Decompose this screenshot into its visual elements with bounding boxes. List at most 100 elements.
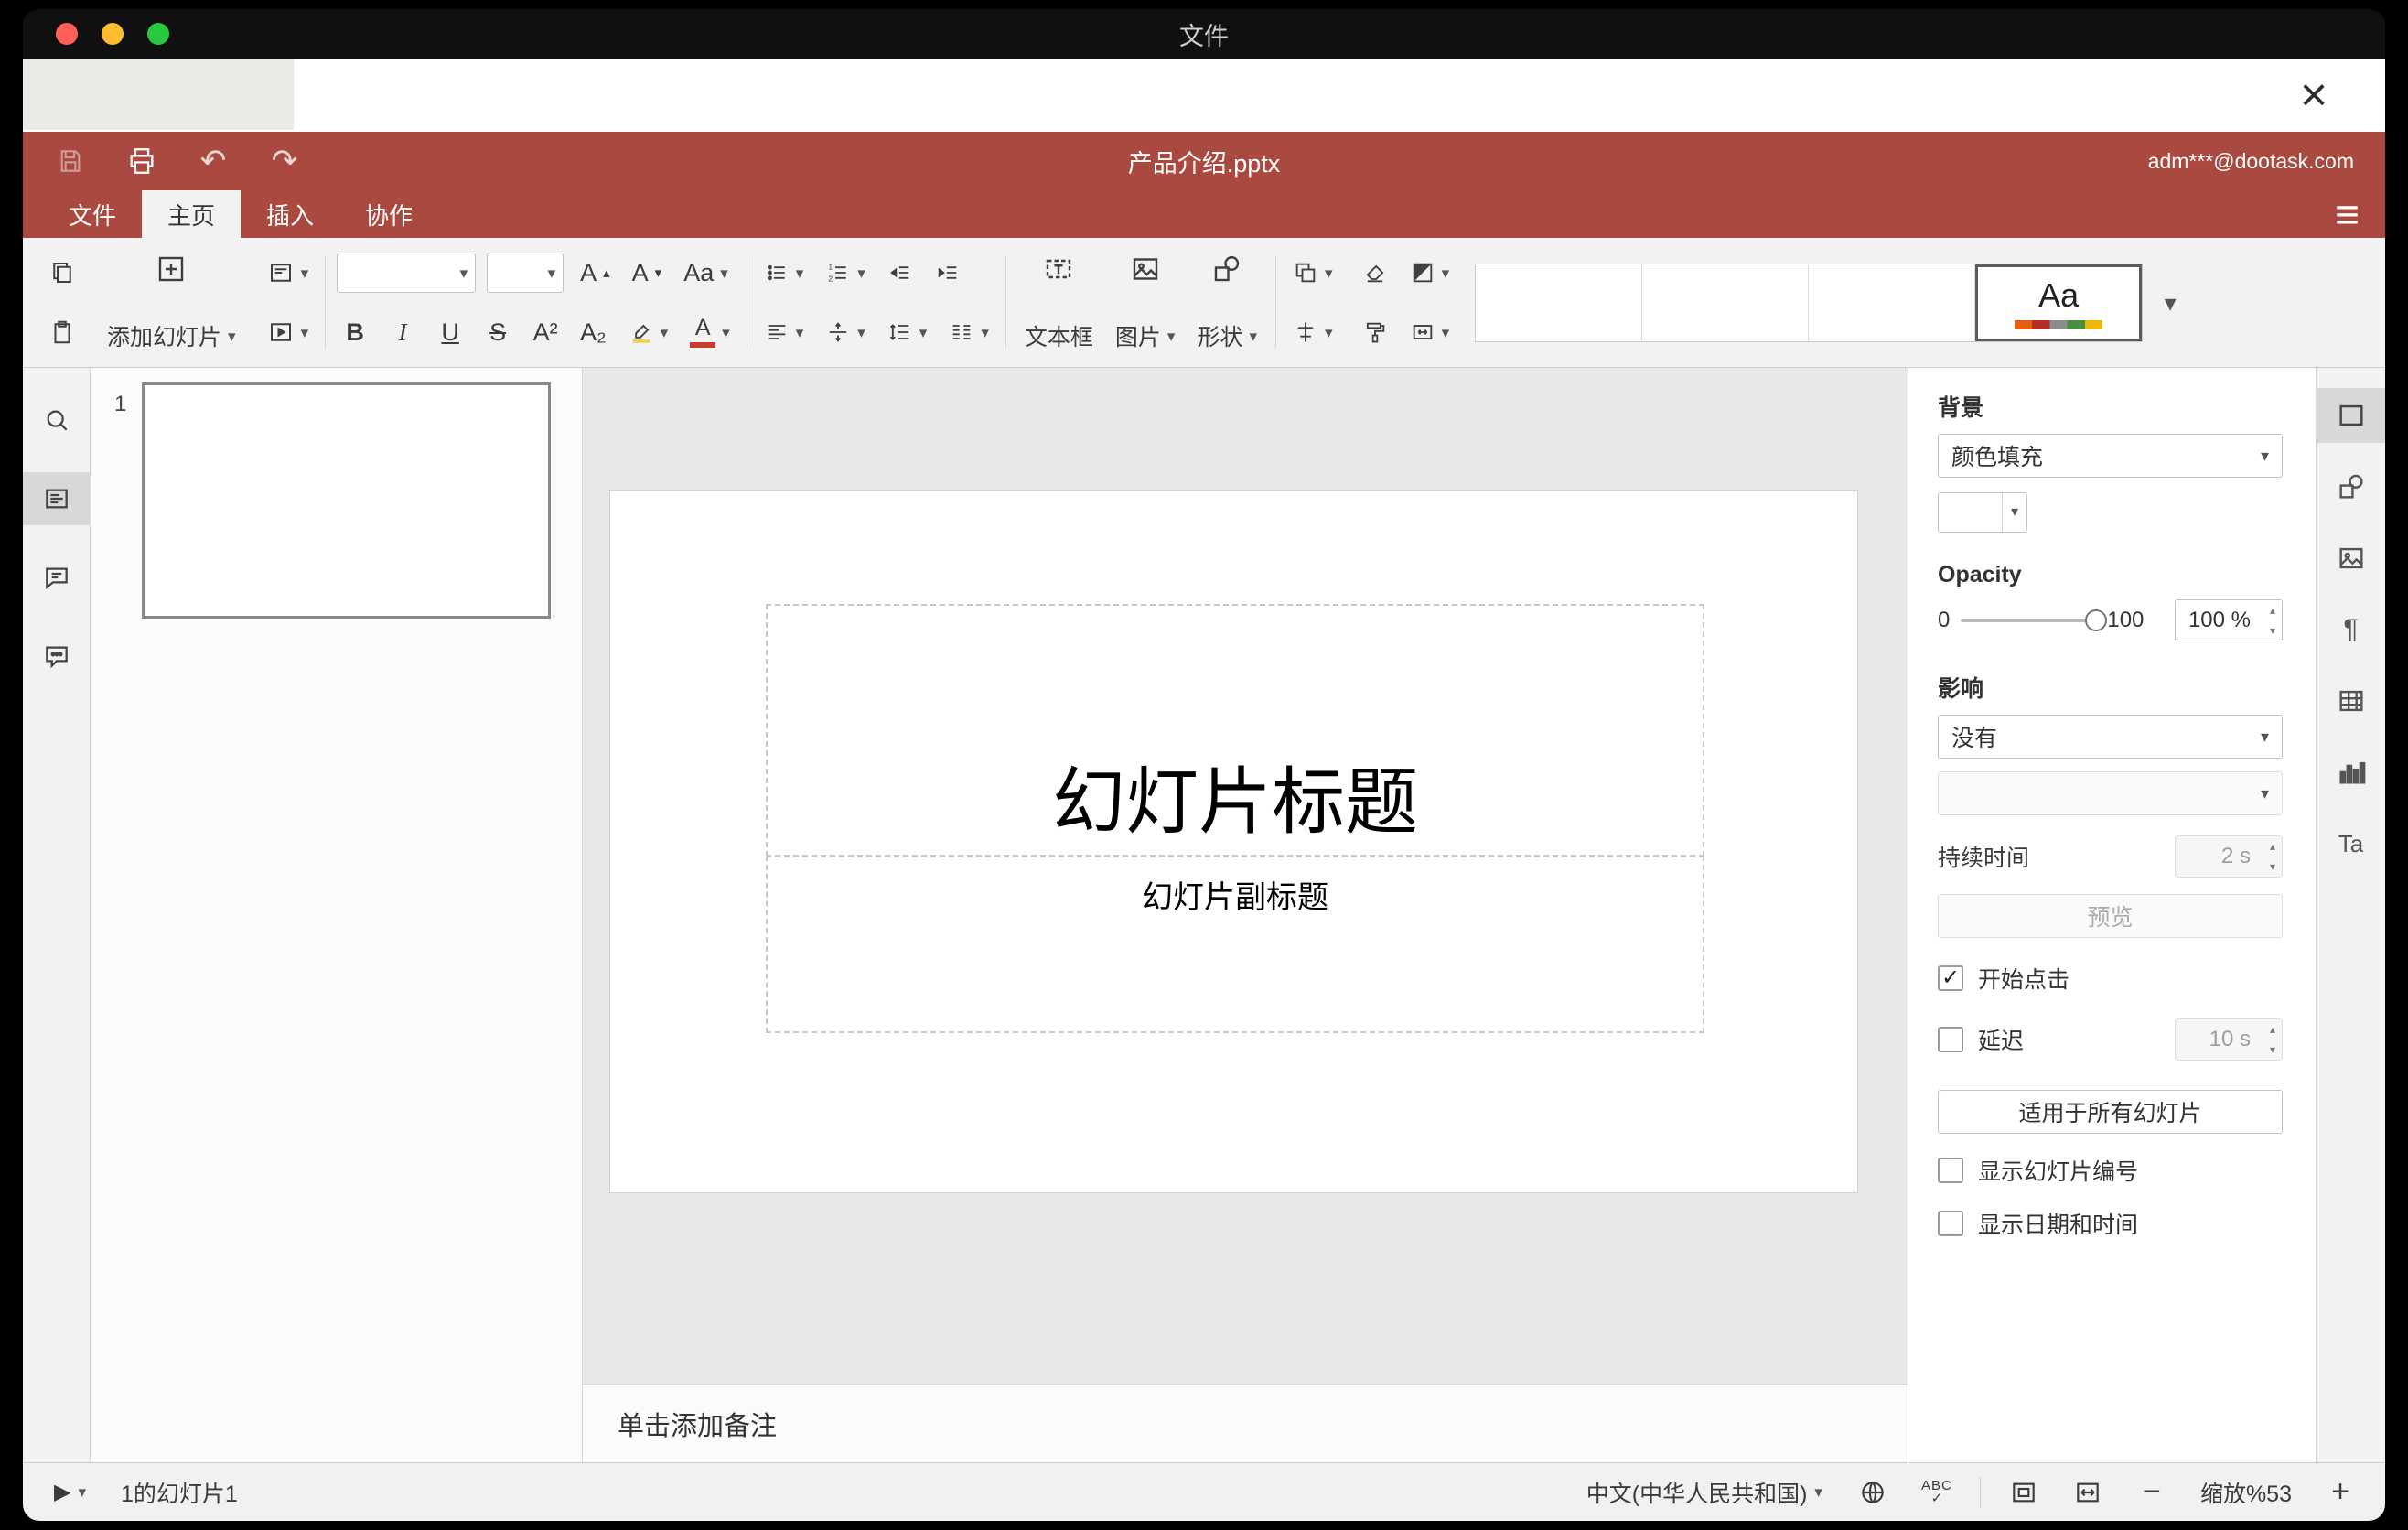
theme-gallery-expand-button[interactable]: ▾ (2143, 264, 2198, 342)
increase-font-size-button[interactable]: A ▴ (575, 251, 616, 295)
effect-select[interactable]: 没有 ▾ (1938, 715, 2283, 759)
superscript-button[interactable]: A² (527, 310, 564, 354)
font-name-select[interactable]: ▾ (337, 253, 477, 293)
clear-style-icon[interactable] (1357, 251, 1393, 295)
chevron-down-icon: ▾ (795, 264, 804, 282)
show-slide-number-checkbox[interactable] (1938, 1158, 1963, 1183)
fit-slide-icon[interactable] (2003, 1471, 2045, 1514)
insert-text-box-button[interactable]: 文本框 (1017, 251, 1101, 354)
italic-button[interactable]: I (384, 310, 421, 354)
tab-home[interactable]: 主页 (142, 190, 242, 238)
close-icon[interactable]: × (2290, 71, 2338, 119)
menu-icon[interactable]: ≡ (2335, 190, 2360, 238)
print-icon[interactable] (125, 145, 158, 178)
chevron-down-icon: ▾ (1166, 327, 1176, 345)
chat-icon[interactable] (23, 630, 91, 683)
color-scheme-button[interactable]: ▾ (1404, 251, 1456, 295)
theme-option-1[interactable] (1476, 264, 1643, 341)
horizontal-align-button[interactable]: ▾ (758, 310, 810, 354)
bold-button[interactable]: B (337, 310, 373, 354)
copy-icon[interactable] (43, 251, 81, 295)
text-language-button[interactable]: 中文(中华人民共和国) ▾ (1579, 1471, 1830, 1514)
table-settings-icon[interactable] (2317, 673, 2386, 728)
paste-icon[interactable] (43, 310, 81, 354)
theme-option-selected[interactable]: Aa (1975, 264, 2143, 341)
slide[interactable]: 幻灯片标题 幻灯片副标题 (610, 491, 1857, 1192)
align-shapes-button[interactable]: ▾ (1287, 310, 1338, 354)
subtitle-placeholder[interactable]: 幻灯片副标题 (766, 856, 1704, 1033)
document-language-globe-icon[interactable] (1852, 1471, 1894, 1514)
opacity-slider[interactable] (1961, 609, 2108, 631)
columns-button[interactable]: ▾ (943, 310, 994, 354)
close-window-button[interactable] (56, 23, 78, 45)
spinner-arrows[interactable]: ▴ ▾ (2270, 605, 2275, 636)
duration-label: 持续时间 (1938, 846, 2030, 871)
slide-settings-icon[interactable] (2316, 388, 2385, 443)
fit-width-icon[interactable] (2067, 1471, 2109, 1514)
comments-icon[interactable] (23, 551, 91, 604)
font-color-button[interactable]: A ▾ (684, 310, 736, 354)
increase-indent-button[interactable] (930, 251, 966, 295)
highlight-color-button[interactable]: ▾ (623, 310, 674, 354)
insert-shape-button[interactable]: 形状 ▾ (1189, 251, 1264, 354)
start-on-click-checkbox[interactable]: ✓ (1938, 965, 1963, 991)
tab-file[interactable]: 文件 (43, 190, 142, 238)
show-date-time-checkbox[interactable] (1938, 1211, 1963, 1236)
numbering-button[interactable]: 1 2 ▾ (820, 251, 871, 295)
image-settings-icon[interactable] (2317, 531, 2386, 586)
slide-thumbnails-panel: 1 (91, 368, 583, 1462)
show-date-time-row: 显示日期和时间 (1938, 1207, 2283, 1240)
title-placeholder[interactable]: 幻灯片标题 (766, 604, 1704, 857)
slide-thumbnail[interactable] (142, 382, 551, 619)
opacity-slider-handle[interactable] (2085, 609, 2108, 631)
zoom-window-button[interactable] (147, 23, 169, 45)
spellcheck-icon[interactable]: ABC ✓ (1916, 1471, 1958, 1514)
tab-insert[interactable]: 插入 (241, 190, 339, 238)
slide-counter: 1的幻灯片1 (121, 1481, 238, 1507)
copy-style-icon[interactable] (1357, 310, 1393, 354)
undo-icon[interactable]: ↶ (197, 144, 230, 178)
theme-option-3[interactable] (1809, 264, 1976, 341)
arrange-shapes-button[interactable]: ▾ (1287, 251, 1338, 295)
slides-panel-icon[interactable] (23, 472, 91, 525)
add-slide-button[interactable]: 添加幻灯片 ▾ (100, 251, 243, 354)
redo-icon[interactable]: ↷ (268, 144, 301, 178)
check-icon: ✓ (1940, 965, 1961, 990)
change-case-button[interactable]: Aa ▾ (678, 251, 734, 295)
bullets-button[interactable]: ▾ (758, 251, 810, 295)
vertical-align-button[interactable]: ▾ (820, 310, 871, 354)
background-fill-select[interactable]: 颜色填充 ▾ (1938, 434, 2283, 478)
slide-size-button[interactable]: ▾ (1404, 310, 1456, 354)
minimize-window-button[interactable] (102, 23, 124, 45)
line-spacing-button[interactable]: ▾ (882, 310, 933, 354)
save-icon[interactable] (54, 145, 87, 178)
slide-canvas[interactable]: 幻灯片标题 幻灯片副标题 (583, 368, 1908, 1384)
start-slideshow-statusbar-button[interactable]: ▶ ▾ (47, 1471, 93, 1514)
zoom-out-button[interactable]: − (2131, 1471, 2173, 1514)
notes-area[interactable]: 单击添加备注 (583, 1384, 1908, 1462)
underline-button[interactable]: U (432, 310, 468, 354)
decrease-indent-button[interactable] (882, 251, 919, 295)
delay-checkbox[interactable] (1938, 1027, 1963, 1052)
change-layout-button[interactable]: ▾ (262, 251, 315, 295)
subscript-button[interactable]: A₂ (575, 310, 612, 354)
paragraph-settings-icon[interactable]: ¶ (2317, 602, 2386, 657)
background-color-picker[interactable]: ▾ (1938, 492, 2027, 533)
strikethrough-button[interactable]: S (479, 310, 516, 354)
arrow-down-icon[interactable]: ▾ (2270, 625, 2275, 636)
theme-option-2[interactable] (1642, 264, 1810, 341)
opacity-input[interactable]: 100 % ▴ ▾ (2175, 599, 2283, 641)
decrease-font-size-button[interactable]: A ▾ (627, 251, 668, 295)
font-size-select[interactable]: ▾ (487, 253, 564, 293)
textart-settings-icon[interactable]: Ta (2317, 816, 2386, 871)
insert-image-button[interactable]: 图片 ▾ (1108, 251, 1183, 354)
tab-collaboration[interactable]: 协作 (339, 190, 438, 238)
style-group: ▾ ▾ (1348, 247, 1465, 358)
arrow-up-icon[interactable]: ▴ (2270, 605, 2275, 616)
search-icon[interactable] (23, 393, 91, 447)
chart-settings-icon[interactable] (2317, 745, 2386, 800)
shape-settings-icon[interactable] (2317, 459, 2386, 514)
start-slideshow-button[interactable]: ▾ (262, 310, 315, 354)
apply-to-all-slides-button[interactable]: 适用于所有幻灯片 (1938, 1090, 2283, 1134)
zoom-in-button[interactable]: + (2319, 1471, 2361, 1514)
